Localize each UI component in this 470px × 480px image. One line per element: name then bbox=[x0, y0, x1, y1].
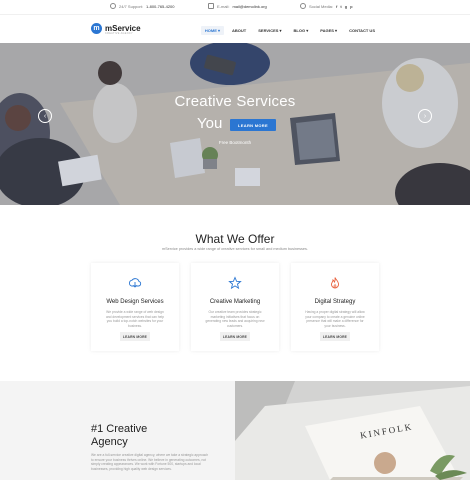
card-learn-more-button[interactable]: LEARN MORE bbox=[320, 332, 350, 342]
pinterest-icon[interactable]: p bbox=[350, 4, 352, 9]
hero-title: Creative Services bbox=[174, 93, 296, 110]
slider-prev-button[interactable]: ‹ bbox=[38, 109, 52, 123]
google-icon[interactable]: g bbox=[345, 4, 347, 9]
service-card-creative-marketing: Creative Marketing Our creative team pro… bbox=[191, 263, 279, 351]
logo-tagline: CREATIVE AGENCY bbox=[105, 32, 133, 35]
card-title: Digital Strategy bbox=[314, 299, 356, 305]
offer-title: What We Offer bbox=[195, 232, 275, 246]
agency-text: We are a full-service creative digital a… bbox=[91, 453, 209, 471]
service-card-digital-strategy: Digital Strategy Having a proper digital… bbox=[291, 263, 379, 351]
envelope-icon bbox=[208, 3, 214, 9]
nav-item-services[interactable]: SERVICES ▾ bbox=[254, 26, 285, 35]
card-text: Having a proper digital strategy will al… bbox=[305, 310, 365, 328]
main-navbar: m mService CREATIVE AGENCY HOME ▾ ABOUT … bbox=[0, 14, 470, 43]
agency-image: KINFOLK bbox=[235, 381, 470, 480]
hero-title-line2: You bbox=[197, 115, 223, 132]
chevron-right-icon: › bbox=[423, 112, 427, 120]
magazine-photo: KINFOLK bbox=[235, 381, 470, 480]
card-text: We provide a wide range of web design an… bbox=[105, 310, 165, 328]
cloud-download-icon bbox=[129, 278, 142, 288]
logo[interactable]: m mService CREATIVE AGENCY bbox=[91, 23, 141, 35]
agency-title-line2: Agency bbox=[91, 436, 128, 448]
slider-next-button[interactable]: › bbox=[418, 109, 432, 123]
chat-icon bbox=[300, 3, 306, 9]
support-phone[interactable]: 1-800-765-4200 bbox=[146, 4, 174, 9]
card-learn-more-button[interactable]: LEARN MORE bbox=[120, 332, 150, 342]
social-info: Social Media: f t g p bbox=[300, 3, 353, 9]
card-title: Creative Marketing bbox=[209, 299, 261, 305]
support-label: 24/7 Support: bbox=[119, 3, 144, 9]
twitter-icon[interactable]: t bbox=[340, 4, 341, 9]
logo-mark: m bbox=[91, 23, 102, 34]
email-info: E-mail: mail@demolink.org bbox=[208, 3, 267, 9]
nav-menu: HOME ▾ ABOUT SERVICES ▾ BLOG ▾ PAGES ▾ C… bbox=[200, 26, 379, 35]
star-icon bbox=[228, 276, 242, 290]
support-info: 24/7 Support: 1-800-765-4200 bbox=[110, 3, 175, 9]
card-title: Web Design Services bbox=[106, 299, 164, 305]
facebook-icon[interactable]: f bbox=[336, 4, 337, 9]
agency-title-line1: #1 Creative bbox=[91, 423, 148, 435]
agency-title: #1 Creative Agency bbox=[91, 423, 191, 449]
hero-slider: Creative Services You LEARN MORE Free Bo… bbox=[0, 43, 470, 205]
social-label: Social Media: bbox=[309, 3, 334, 9]
nav-item-pages[interactable]: PAGES ▾ bbox=[316, 26, 341, 35]
offer-subtitle: mService provides a wide range of creati… bbox=[161, 247, 309, 251]
card-learn-more-button[interactable]: LEARN MORE bbox=[220, 332, 250, 342]
card-text: Our creative team provides strategic mar… bbox=[205, 310, 265, 328]
nav-item-blog[interactable]: BLOG ▾ bbox=[290, 26, 313, 35]
hero-subtitle: Free Bootmonth bbox=[218, 140, 252, 145]
nav-item-home[interactable]: HOME ▾ bbox=[200, 26, 225, 35]
nav-item-contact[interactable]: CONTACT US bbox=[345, 26, 379, 35]
nav-item-about[interactable]: ABOUT bbox=[228, 26, 250, 35]
headset-icon bbox=[110, 3, 116, 9]
hero-learn-more-button[interactable]: LEARN MORE bbox=[230, 119, 276, 131]
top-info-bar: 24/7 Support: 1-800-765-4200 E-mail: mai… bbox=[0, 0, 470, 13]
chevron-left-icon: ‹ bbox=[43, 112, 47, 120]
fire-icon bbox=[331, 277, 339, 289]
email-link[interactable]: mail@demolink.org bbox=[232, 4, 266, 9]
email-label: E-mail: bbox=[217, 3, 230, 9]
agency-section: #1 Creative Agency We are a full-service… bbox=[0, 381, 235, 480]
service-card-web-design: Web Design Services We provide a wide ra… bbox=[91, 263, 179, 351]
